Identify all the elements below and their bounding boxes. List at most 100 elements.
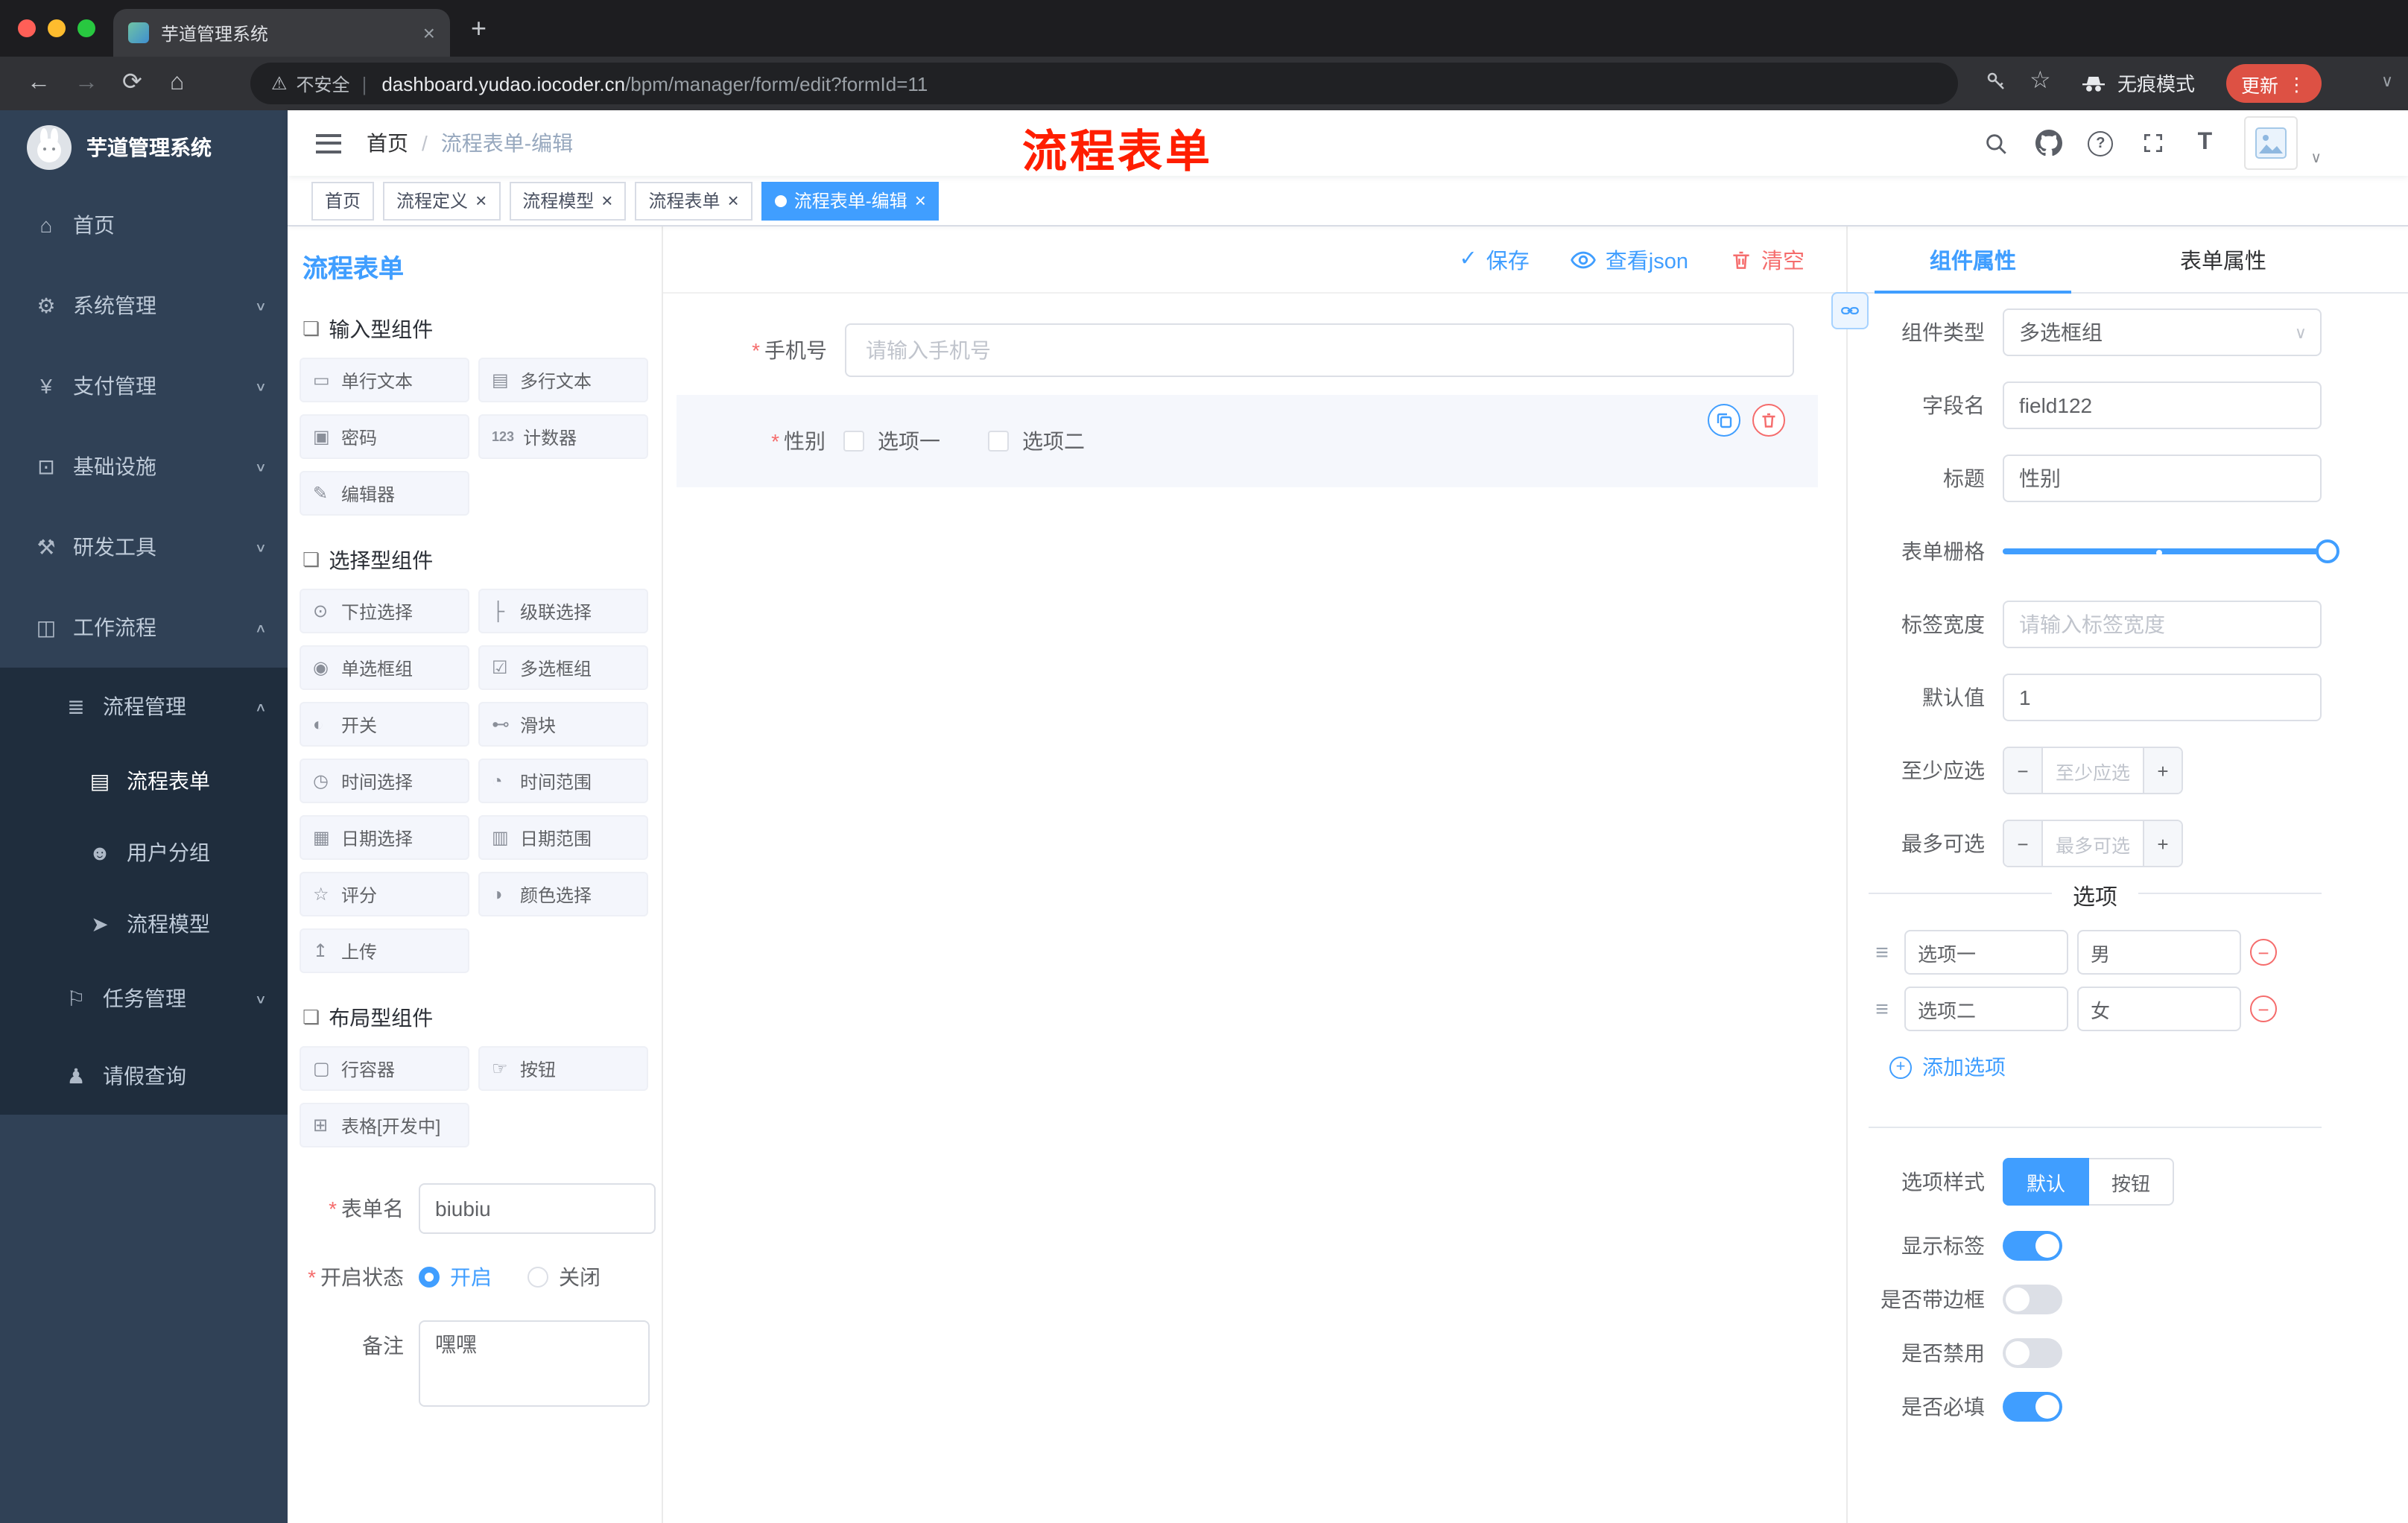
- clear-button[interactable]: 清空: [1730, 244, 1805, 275]
- browser-tab[interactable]: 芋道管理系统 ×: [113, 9, 450, 57]
- tag-close-icon[interactable]: ×: [728, 191, 739, 210]
- increase-button[interactable]: +: [2143, 748, 2182, 793]
- hamburger-icon[interactable]: [316, 133, 341, 153]
- gender-option-1-checkbox[interactable]: 选项一: [843, 426, 940, 456]
- component-switch[interactable]: ◐ 开关: [300, 702, 469, 747]
- component-slider[interactable]: ⊷ 滑块: [478, 702, 648, 747]
- tab-component-props[interactable]: 组件属性: [1848, 227, 2098, 294]
- avatar-caret-icon[interactable]: ∨: [2310, 151, 2322, 167]
- help-icon[interactable]: ?: [2087, 130, 2114, 156]
- component-date-picker[interactable]: ▦ 日期选择: [300, 815, 469, 860]
- tag-close-icon[interactable]: ×: [915, 191, 926, 210]
- show-label-switch[interactable]: [2003, 1231, 2062, 1261]
- component-dropdown-select[interactable]: ⊙ 下拉选择: [300, 589, 469, 633]
- field-name-input[interactable]: [2003, 381, 2322, 429]
- component-radio-group[interactable]: ◉ 单选框组: [300, 645, 469, 690]
- gender-field-row-selected[interactable]: * 性别 选项一 选项二: [677, 395, 1818, 487]
- component-time-range[interactable]: ◔ 时间范围: [478, 759, 648, 803]
- form-remark-textarea[interactable]: 嘿嘿: [419, 1320, 650, 1407]
- tag-close-icon[interactable]: ×: [475, 191, 487, 210]
- sidebar-item-payment[interactable]: ¥ 支付管理 ∨: [0, 346, 288, 426]
- component-multi-line-text[interactable]: ▤ 多行文本: [478, 358, 648, 402]
- tag-home[interactable]: 首页: [311, 181, 375, 220]
- component-row-container[interactable]: ▢ 行容器: [300, 1046, 469, 1091]
- sidebar-item-task-mgmt[interactable]: ⚐ 任务管理 ∨: [0, 960, 288, 1037]
- drag-handle-icon[interactable]: ≡: [1869, 996, 1895, 1022]
- option-1-label-input[interactable]: [1904, 930, 2068, 975]
- tag-process-form[interactable]: 流程表单 ×: [635, 181, 752, 220]
- grid-slider[interactable]: [2003, 528, 2339, 575]
- component-cascader[interactable]: ├ 级联选择: [478, 589, 648, 633]
- option-2-label-input[interactable]: [1904, 987, 2068, 1031]
- disabled-switch[interactable]: [2003, 1338, 2062, 1368]
- component-counter[interactable]: 123 计数器: [478, 414, 648, 459]
- min-select-value[interactable]: 至少应选: [2043, 748, 2143, 793]
- sidebar-item-process-model[interactable]: ➤ 流程模型: [0, 888, 288, 960]
- update-button[interactable]: 更新 ⋮: [2226, 64, 2322, 103]
- tag-close-icon[interactable]: ×: [601, 191, 612, 210]
- option-2-value-input[interactable]: [2077, 987, 2241, 1031]
- drag-handle-icon[interactable]: ≡: [1869, 940, 1895, 965]
- fullscreen-icon[interactable]: [2139, 130, 2166, 156]
- component-rate[interactable]: ☆ 评分: [300, 872, 469, 916]
- font-size-icon[interactable]: T: [2191, 130, 2218, 156]
- sidebar-item-system[interactable]: ⚙ 系统管理 ∨: [0, 265, 288, 346]
- component-type-select[interactable]: 多选框组 ∨: [2003, 308, 2322, 356]
- reload-icon[interactable]: ⟳: [122, 69, 142, 98]
- slider-handle[interactable]: [2316, 539, 2339, 563]
- remove-option-icon[interactable]: −: [2250, 995, 2277, 1022]
- decrease-button[interactable]: −: [2004, 748, 2043, 793]
- breadcrumb-home[interactable]: 首页: [367, 128, 408, 158]
- forward-icon[interactable]: →: [75, 69, 98, 98]
- status-on-radio[interactable]: 开启: [419, 1252, 492, 1302]
- form-name-input[interactable]: [419, 1183, 656, 1234]
- component-password[interactable]: ▣ 密码: [300, 414, 469, 459]
- zoom-window-button[interactable]: [77, 19, 95, 37]
- component-checkbox-group[interactable]: ☑ 多选框组: [478, 645, 648, 690]
- link-icon[interactable]: [1831, 292, 1869, 329]
- tab-close-icon[interactable]: ×: [423, 22, 435, 43]
- github-icon[interactable]: [2035, 130, 2062, 156]
- phone-field-row[interactable]: * 手机号: [678, 314, 1794, 386]
- option-1-value-input[interactable]: [2077, 930, 2241, 975]
- save-button[interactable]: ✓ 保存: [1459, 244, 1529, 275]
- border-switch[interactable]: [2003, 1285, 2062, 1314]
- bookmark-star-icon[interactable]: ☆: [2030, 66, 2051, 95]
- label-width-input[interactable]: [2003, 601, 2322, 648]
- increase-button[interactable]: +: [2143, 821, 2182, 866]
- sidebar-item-leave-query[interactable]: ♟ 请假查询: [0, 1037, 288, 1115]
- new-tab-button[interactable]: +: [471, 10, 487, 46]
- address-bar[interactable]: ⚠ 不安全 | dashboard.yudao.iocoder.cn /bpm/…: [250, 63, 1958, 104]
- slider-track[interactable]: [2003, 548, 2328, 554]
- component-time-picker[interactable]: ◷ 时间选择: [300, 759, 469, 803]
- status-off-radio[interactable]: 关闭: [527, 1252, 601, 1302]
- avatar[interactable]: [2243, 116, 2298, 170]
- security-label[interactable]: 不安全: [297, 71, 350, 96]
- back-icon[interactable]: ←: [27, 69, 51, 98]
- delete-component-icon[interactable]: [1752, 404, 1785, 437]
- sidebar-item-home[interactable]: ⌂ 首页: [0, 185, 288, 265]
- required-switch[interactable]: [2003, 1392, 2062, 1422]
- sidebar-logo[interactable]: 芋道管理系统: [0, 110, 288, 185]
- component-upload[interactable]: ↥ 上传: [300, 928, 469, 973]
- copy-component-icon[interactable]: [1708, 404, 1740, 437]
- component-editor[interactable]: ✎ 编辑器: [300, 471, 469, 516]
- tag-process-model[interactable]: 流程模型 ×: [509, 181, 627, 220]
- add-option-button[interactable]: + 添加选项: [1889, 1052, 2322, 1082]
- component-single-line-text[interactable]: ▭ 单行文本: [300, 358, 469, 402]
- sidebar-item-process-mgmt[interactable]: ≣ 流程管理 ∧: [0, 668, 288, 745]
- tag-process-definition[interactable]: 流程定义 ×: [383, 181, 501, 220]
- home-icon[interactable]: ⌂: [170, 69, 184, 98]
- close-window-button[interactable]: [18, 19, 36, 37]
- sidebar-item-workflow[interactable]: ◫ 工作流程 ∧: [0, 587, 288, 668]
- minimize-window-button[interactable]: [48, 19, 66, 37]
- sidebar-item-devtools[interactable]: ⚒ 研发工具 ∨: [0, 507, 288, 587]
- toolbar-caret-icon[interactable]: ∨: [2381, 72, 2393, 91]
- search-icon[interactable]: [1983, 130, 2009, 156]
- decrease-button[interactable]: −: [2004, 821, 2043, 866]
- browser-menu-icon[interactable]: ⋮: [2287, 72, 2306, 95]
- style-default-button[interactable]: 默认: [2003, 1158, 2090, 1206]
- sidebar-item-process-form[interactable]: ▤ 流程表单: [0, 745, 288, 817]
- sidebar-item-infra[interactable]: ⊡ 基础设施 ∨: [0, 426, 288, 507]
- title-input[interactable]: [2003, 455, 2322, 502]
